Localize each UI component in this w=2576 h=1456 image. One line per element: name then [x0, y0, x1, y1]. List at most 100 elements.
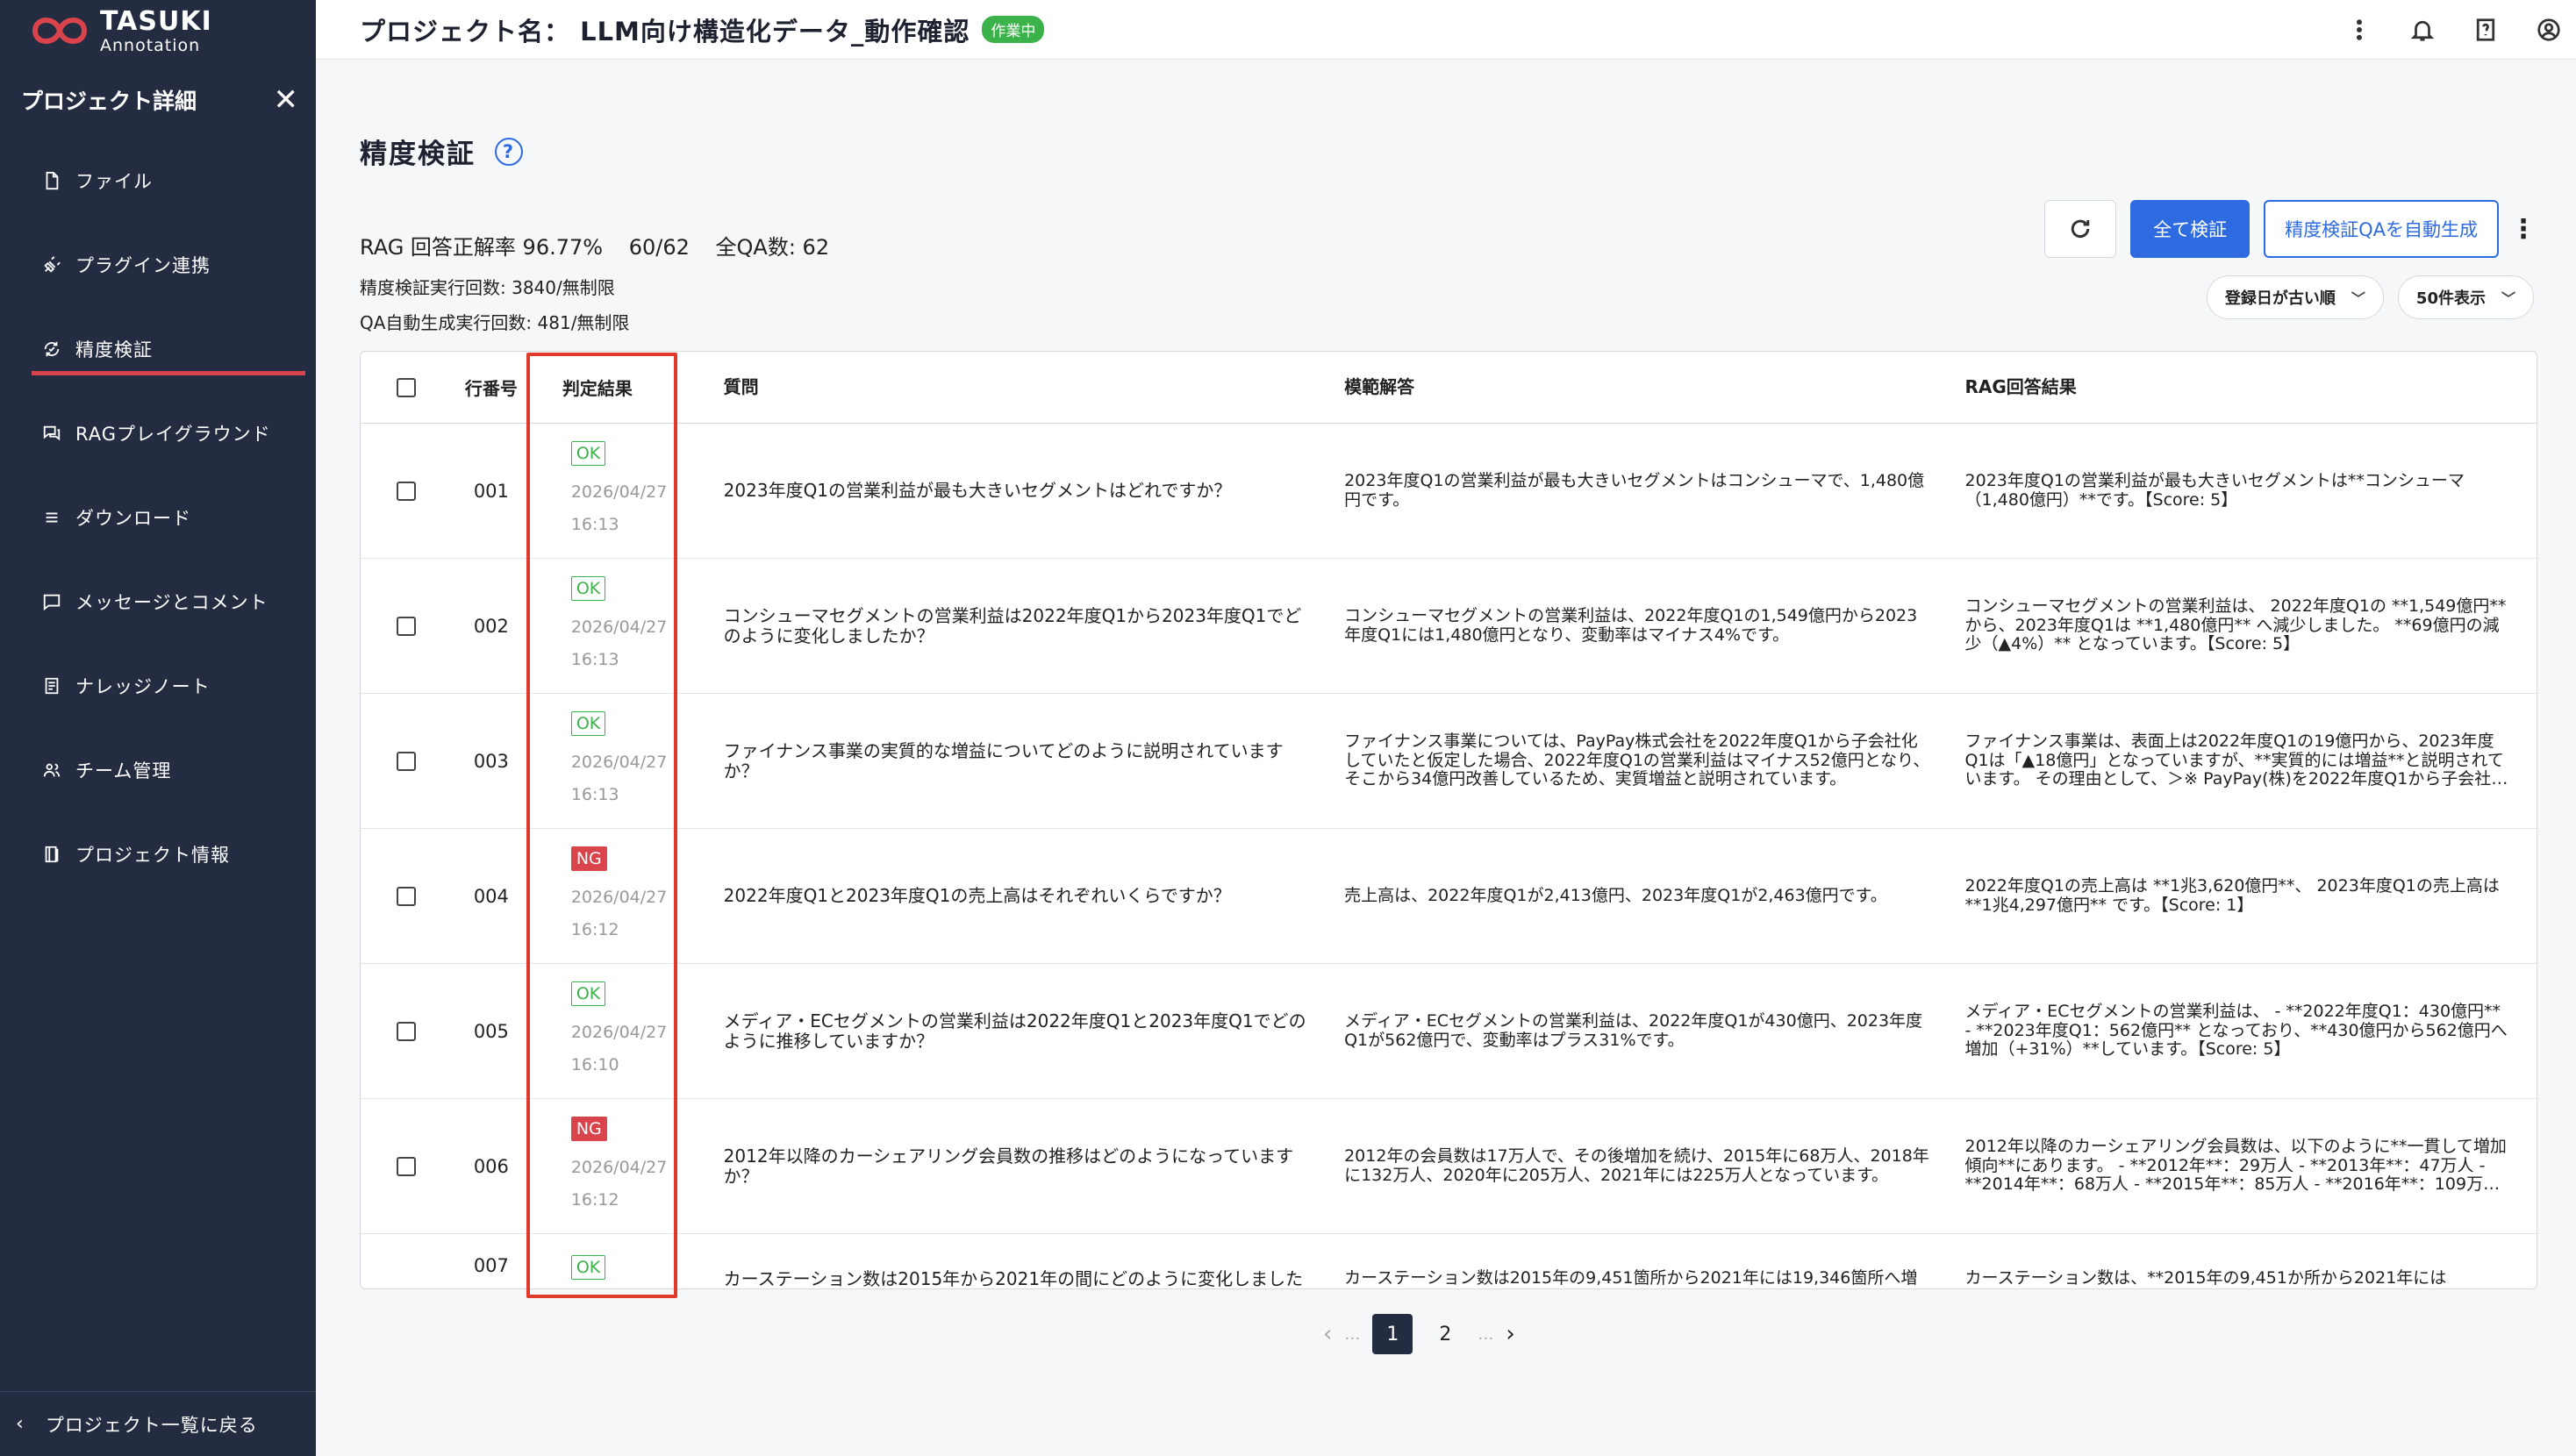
- row-number: 005: [473, 1020, 509, 1042]
- chevron-down-icon: ﹀: [2351, 290, 2365, 307]
- sidebar-item-project-info[interactable]: プロジェクト情報: [0, 812, 316, 896]
- result-badge: NG: [570, 846, 607, 872]
- sidebar-item-label: ナレッジノート: [75, 676, 211, 697]
- top-header: プロジェクト名： LLM向け構造化データ_動作確認 作業中: [316, 0, 2576, 60]
- more-vert-icon[interactable]: [2343, 11, 2376, 49]
- column-header-no[interactable]: 行番号: [452, 375, 531, 400]
- sidebar-item-team[interactable]: チーム管理: [0, 728, 316, 812]
- model-answer-cell: カーステーション数は2015年の9,451箇所から2021年には19,346箇所…: [1344, 1269, 1918, 1288]
- chevron-down-icon: ﹀: [2501, 290, 2515, 307]
- result-date: 2026/04/27: [570, 888, 668, 908]
- table-row[interactable]: 003 OK 2026/04/27 16:13 ファイナンス事業の実質的な増益につ…: [361, 694, 2537, 829]
- table-row[interactable]: 001 OK 2026/04/27 16:13 2023年度Q1の営業利益が最も大…: [361, 424, 2537, 559]
- select-all-checkbox[interactable]: [396, 377, 416, 397]
- next-page-icon[interactable]: ›: [1506, 1321, 1514, 1347]
- sort-select[interactable]: 登録日が古い順 ﹀: [2206, 275, 2384, 319]
- plugin-icon: [44, 256, 61, 273]
- row-checkbox[interactable]: [396, 481, 416, 501]
- sidebar-item-label: チーム管理: [75, 760, 172, 782]
- logo-subname: Annotation: [100, 36, 201, 55]
- file-icon: [46, 171, 59, 190]
- row-checkbox[interactable]: [396, 616, 416, 636]
- refresh-button[interactable]: [2044, 200, 2117, 258]
- result-date: 2026/04/27: [570, 753, 668, 773]
- sidebar-item-plugin[interactable]: プラグイン連携: [0, 223, 316, 307]
- sidebar-item-messages[interactable]: メッセージとコメント: [0, 560, 316, 644]
- back-to-projects-link[interactable]: ‹ プロジェクト一覧に戻る: [0, 1391, 316, 1456]
- sidebar-menu: ファイル プラグイン連携 精度検証 RAGプレイグラウンド ダウンロード メッセ…: [0, 139, 316, 896]
- verify-all-button[interactable]: 全て検証: [2130, 200, 2250, 258]
- row-checkbox[interactable]: [396, 751, 416, 771]
- sort-select-value: 登録日が古い順: [2224, 289, 2336, 308]
- row-number: 002: [473, 615, 509, 637]
- sidebar-item-verify[interactable]: 精度検証: [0, 307, 316, 391]
- logo[interactable]: TASUKI Annotation: [30, 9, 212, 54]
- question-cell: 2012年以降のカーシェアリング会員数の推移はどのようになっていますか？: [723, 1146, 1294, 1187]
- more-options-icon[interactable]: ⋮: [2510, 200, 2537, 258]
- result-time: 16:12: [570, 1189, 619, 1210]
- result-date: 2026/04/27: [570, 482, 668, 503]
- list-icon: [46, 512, 58, 523]
- verify-run-count: 精度検証実行回数: 3840/無制限: [360, 277, 615, 298]
- model-answer-cell: メディア・ECセグメントの営業利益は、2022年度Q1が430億円、2023年度…: [1344, 1011, 1923, 1050]
- row-number: 006: [473, 1155, 509, 1177]
- page-1-button[interactable]: 1: [1372, 1314, 1413, 1354]
- column-header-question[interactable]: 質問: [724, 377, 1344, 397]
- account-icon[interactable]: [2532, 11, 2565, 49]
- close-icon[interactable]: ✕: [274, 85, 299, 115]
- rag-result-cell: ファイナンス事業は、表面上は2022年度Q1の19億円から、2023年度Q1は「…: [1964, 732, 2508, 790]
- sidebar: TASUKI Annotation プロジェクト詳細 ✕ ファイル プラグイン連…: [0, 0, 316, 1456]
- row-checkbox[interactable]: [396, 1021, 416, 1041]
- result-time: 16:13: [570, 649, 619, 669]
- row-checkbox[interactable]: [396, 886, 416, 906]
- rag-result-cell: カーステーション数は、**2015年の9,451か所から2021年には: [1964, 1269, 2447, 1288]
- team-icon: [43, 763, 61, 777]
- qa-table: 行番号 判定結果 質問 模範解答 RAG回答結果 001 OK 2026/04/…: [360, 351, 2537, 1289]
- table-row[interactable]: 006 NG 2026/04/27 16:12 2012年以降のカーシェアリング会…: [361, 1099, 2537, 1234]
- rag-result-cell: メディア・ECセグメントの営業利益は、 - **2022年度Q1：430億円**…: [1964, 1002, 2508, 1060]
- pagination-ellipsis: …: [1344, 1324, 1361, 1344]
- row-number: 007: [473, 1255, 509, 1276]
- model-answer-cell: 2023年度Q1の営業利益が最も大きいセグメントはコンシューマで、1,480億円…: [1344, 471, 1925, 510]
- table-row[interactable]: 007 OK カーステーション数は2015年から2021年の間にどのように変化し…: [361, 1234, 2537, 1289]
- sidebar-item-label: メッセージとコメント: [75, 592, 268, 613]
- help-icon[interactable]: ?: [495, 137, 523, 166]
- table-row[interactable]: 004 NG 2026/04/27 16:12 2022年度Q1と2023年度Q1…: [361, 829, 2537, 964]
- logo-name: TASUKI: [100, 6, 212, 37]
- row-checkbox[interactable]: [396, 1156, 416, 1176]
- sidebar-item-rag-playground[interactable]: RAGプレイグラウンド: [0, 391, 316, 475]
- page-size-value: 50件表示: [2415, 289, 2486, 308]
- manual-book-icon[interactable]: [2469, 11, 2502, 49]
- model-answer-cell: 2012年の会員数は17万人で、その後増加を続け、2015年に68万人、2018…: [1344, 1146, 1929, 1185]
- column-header-rag-result[interactable]: RAG回答結果: [1965, 377, 2537, 397]
- sidebar-item-knowledge-note[interactable]: ナレッジノート: [0, 644, 316, 728]
- accuracy-rate: RAG 回答正解率 96.77%: [360, 235, 604, 260]
- status-badge: 作業中: [982, 16, 1045, 43]
- question-cell: 2022年度Q1と2023年度Q1の売上高はそれぞれいくらですか？: [723, 886, 1231, 906]
- question-cell: コンシューマセグメントの営業利益は2022年度Q1から2023年度Q1でどのよう…: [723, 605, 1302, 646]
- auto-generate-qa-button[interactable]: 精度検証QAを自動生成: [2264, 200, 2499, 258]
- result-badge: OK: [570, 1255, 606, 1280]
- bell-icon[interactable]: [2406, 11, 2439, 49]
- column-header-model-answer[interactable]: 模範解答: [1344, 377, 1964, 397]
- question-cell: カーステーション数は2015年から2021年の間にどのように変化しましたか？: [723, 1269, 1304, 1289]
- table-row[interactable]: 002 OK 2026/04/27 16:13 コンシューマセグメントの営業利益は…: [361, 559, 2537, 694]
- question-cell: メディア・ECセグメントの営業利益は2022年度Q1と2023年度Q1でどのよう…: [723, 1010, 1306, 1052]
- sidebar-item-label: プラグイン連携: [75, 255, 211, 276]
- row-number: 001: [473, 480, 509, 502]
- page-size-select[interactable]: 50件表示 ﹀: [2397, 275, 2534, 319]
- sidebar-item-file[interactable]: ファイル: [0, 139, 316, 223]
- refresh-icon: [2071, 219, 2090, 239]
- table-row[interactable]: 005 OK 2026/04/27 16:10 メディア・ECセグメントの営業利益…: [361, 964, 2537, 1099]
- back-to-projects-label: プロジェクト一覧に戻る: [45, 1414, 258, 1436]
- sidebar-item-download[interactable]: ダウンロード: [0, 475, 316, 560]
- accuracy-ratio: 60/62: [628, 235, 690, 260]
- prev-page-icon[interactable]: ‹: [1323, 1321, 1332, 1347]
- accuracy-stats: RAG 回答正解率 96.77% 60/62 全QA数: 62: [360, 230, 848, 261]
- section-title: 精度検証: [360, 139, 476, 170]
- column-header-result[interactable]: 判定結果: [531, 375, 724, 400]
- page-2-button[interactable]: 2: [1425, 1314, 1465, 1354]
- result-date: 2026/04/27: [570, 617, 668, 638]
- model-answer-cell: 売上高は、2022年度Q1が2,413億円、2023年度Q1が2,463億円です…: [1344, 886, 1887, 905]
- row-number: 003: [473, 750, 509, 772]
